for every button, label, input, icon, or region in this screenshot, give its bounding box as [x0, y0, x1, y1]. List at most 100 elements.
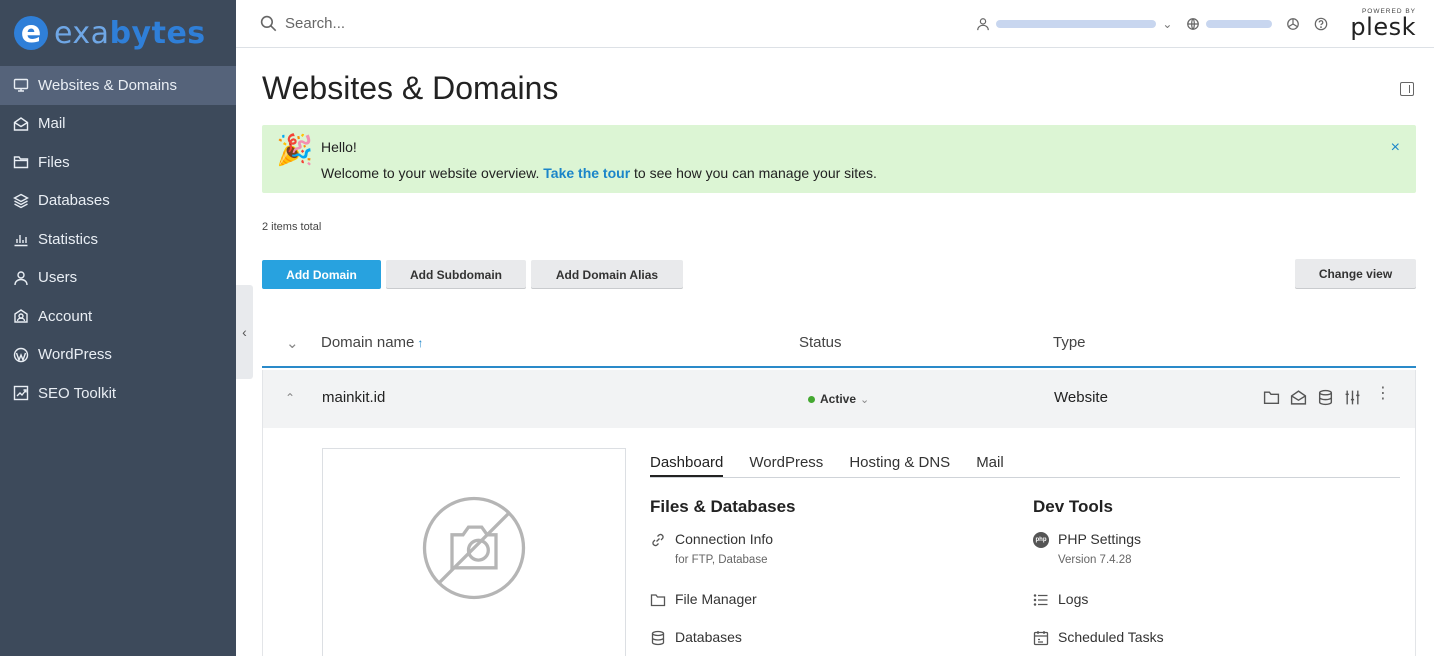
scheduled-tasks-link[interactable]: Scheduled Tasks — [1033, 629, 1164, 646]
brand-logo[interactable]: e exabytes — [0, 0, 236, 66]
chevron-left-icon: ‹ — [242, 324, 247, 340]
more-options-icon[interactable]: ⋮ — [1375, 386, 1391, 402]
logs-link[interactable]: Logs — [1033, 591, 1088, 608]
banner-text: Welcome to your website overview. Take t… — [321, 165, 877, 181]
table-header: ⌄ Domain name ↑ Status Type — [262, 318, 1416, 368]
bar-chart-icon — [13, 231, 29, 247]
sidebar-item-label: WordPress — [38, 346, 112, 364]
account-icon — [13, 308, 29, 324]
brand-badge: e — [14, 16, 48, 50]
top-bar: ⌄ POWERED BY plesk — [236, 0, 1434, 48]
user-icon — [977, 18, 990, 31]
brand-name: exabytes — [54, 15, 206, 51]
tab-wordpress[interactable]: WordPress — [749, 454, 823, 477]
page-title: Websites & Domains — [262, 70, 559, 106]
file-manager-link[interactable]: File Manager — [650, 591, 757, 608]
column-status[interactable]: Status — [799, 334, 842, 351]
sidebar-item-label: Mail — [38, 115, 66, 133]
main-content: Websites & Domains 🎉 Hello! Welcome to y… — [262, 48, 1416, 656]
party-icon: 🎉 — [276, 134, 314, 167]
layers-icon — [13, 193, 29, 209]
chevron-down-icon: ⌄ — [860, 394, 870, 406]
subscription-name-redacted — [1206, 20, 1273, 28]
help-icon — [1315, 17, 1328, 31]
add-subdomain-button[interactable]: Add Subdomain — [386, 260, 526, 289]
sidebar-item-wordpress[interactable]: WordPress — [0, 336, 236, 375]
globe-icon — [1187, 18, 1200, 30]
sidebar-nav: Websites & Domains Mail Files Databases … — [0, 66, 236, 413]
sidebar-item-label: Statistics — [38, 230, 99, 248]
folder-icon — [13, 154, 29, 170]
take-tour-link[interactable]: Take the tour — [543, 165, 630, 181]
domain-name[interactable]: mainkit.id — [322, 389, 385, 406]
databases-link[interactable]: Databases — [650, 629, 742, 646]
row-actions — [1263, 389, 1361, 406]
user-icon — [13, 270, 29, 286]
banner-title: Hello! — [321, 139, 357, 155]
extensions-button[interactable] — [1286, 17, 1300, 31]
sidebar-item-databases[interactable]: Databases — [0, 182, 236, 221]
domain-detail-panel: Dashboard WordPress Hosting & DNS Mail F… — [262, 428, 1416, 656]
folder-icon — [650, 594, 666, 607]
status-badge[interactable]: Active ⌄ — [808, 390, 869, 407]
database-icon — [651, 630, 665, 646]
add-domain-button[interactable]: Add Domain — [262, 260, 381, 289]
column-type[interactable]: Type — [1053, 334, 1086, 351]
add-domain-alias-button[interactable]: Add Domain Alias — [531, 260, 683, 289]
table-row[interactable]: ⌃ mainkit.id Active ⌄ Website ⋮ — [262, 370, 1416, 428]
sidebar-item-label: Users — [38, 269, 78, 287]
tab-hosting-dns[interactable]: Hosting & DNS — [849, 454, 950, 477]
items-total: 2 items total — [262, 221, 322, 233]
change-view-button[interactable]: Change view — [1295, 259, 1416, 289]
search-input[interactable] — [285, 15, 585, 32]
folder-icon[interactable] — [1263, 389, 1280, 406]
search-icon — [260, 15, 277, 32]
column-domain-name[interactable]: Domain name ↑ — [321, 334, 423, 351]
domain-type: Website — [1054, 389, 1108, 406]
welcome-banner: 🎉 Hello! Welcome to your website overvie… — [262, 125, 1416, 193]
search-box — [260, 15, 585, 32]
expand-all-icon[interactable]: ⌄ — [286, 334, 299, 352]
sidebar-collapse-button[interactable]: ‹ — [236, 285, 253, 379]
php-settings-link[interactable]: php PHP Settings Version 7.4.28 — [1033, 531, 1141, 566]
sidebar-item-statistics[interactable]: Statistics — [0, 220, 236, 259]
list-icon — [1033, 594, 1048, 606]
subscription-menu[interactable] — [1186, 17, 1273, 31]
panel-toggle-icon[interactable] — [1400, 82, 1414, 96]
tab-mail[interactable]: Mail — [976, 454, 1004, 477]
mail-icon[interactable] — [1290, 389, 1307, 406]
plesk-logo: POWERED BY plesk — [1350, 7, 1416, 42]
sidebar-item-label: Account — [38, 307, 93, 325]
sidebar-item-seo-toolkit[interactable]: SEO Toolkit — [0, 374, 236, 413]
sidebar-item-users[interactable]: Users — [0, 259, 236, 298]
sidebar-item-files[interactable]: Files — [0, 143, 236, 182]
collapse-row-icon[interactable]: ⌃ — [285, 391, 295, 405]
mail-icon — [13, 116, 29, 132]
close-icon[interactable]: × — [1391, 139, 1400, 157]
sidebar-item-label: Files — [38, 153, 70, 171]
detail-tabs: Dashboard WordPress Hosting & DNS Mail — [650, 454, 1400, 478]
monitor-icon — [13, 77, 29, 93]
sidebar-item-websites-domains[interactable]: Websites & Domains — [0, 66, 236, 105]
extensions-icon — [1287, 18, 1300, 30]
status-dot — [808, 395, 815, 403]
sidebar-item-account[interactable]: Account — [0, 297, 236, 336]
chevron-down-icon: ⌄ — [1162, 17, 1173, 31]
no-image-icon — [422, 496, 526, 600]
database-icon[interactable] — [1317, 389, 1334, 406]
sidebar-item-label: Websites & Domains — [38, 76, 177, 94]
site-preview[interactable] — [322, 448, 626, 656]
seo-icon — [13, 385, 29, 401]
sidebar: e exabytes Websites & Domains Mail Files… — [0, 0, 236, 656]
sidebar-item-mail[interactable]: Mail — [0, 105, 236, 144]
help-button[interactable] — [1314, 17, 1328, 31]
calendar-icon — [1033, 631, 1049, 646]
php-icon: php — [1033, 532, 1049, 548]
tab-dashboard[interactable]: Dashboard — [650, 454, 724, 477]
dev-tools-title: Dev Tools — [1033, 497, 1113, 516]
settings-sliders-icon[interactable] — [1344, 389, 1361, 406]
sidebar-item-label: Databases — [38, 192, 110, 210]
files-databases-title: Files & Databases — [650, 497, 796, 516]
user-menu[interactable]: ⌄ — [976, 17, 1172, 31]
connection-info-link[interactable]: Connection Info for FTP, Database — [650, 531, 773, 566]
